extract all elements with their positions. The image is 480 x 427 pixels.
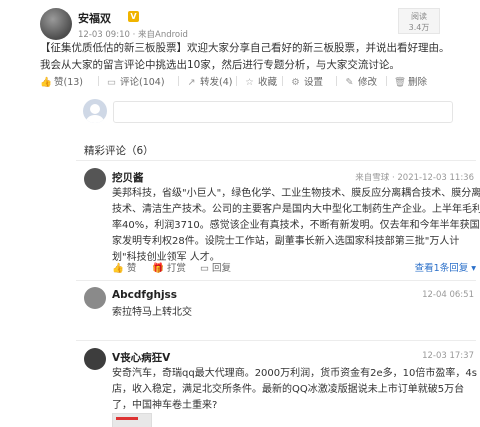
my-avatar <box>83 99 107 123</box>
pencil-icon: ✎ <box>345 77 354 88</box>
divider <box>178 76 179 86</box>
commenter-name[interactable]: 挖贝酱 <box>112 170 144 185</box>
thumbs-up-icon: 👍 <box>40 77 52 88</box>
comment-input[interactable] <box>113 101 453 123</box>
delete-label: 删除 <box>408 77 428 88</box>
post-body: 【征集优质低估的新三板股票】欢迎大家分享自己看好的新三板股票，并说出看好理由。我… <box>40 42 450 71</box>
comment-meta: 12-04 06:51 <box>422 290 474 300</box>
comment-meta: 12-03 17:37 <box>422 351 474 361</box>
comment-actions: 👍 赞 🎁 打赏 ▭ 回复 查看1条回复 ▾ <box>112 260 480 274</box>
comment-divider <box>76 340 476 341</box>
trash-icon: 🗑 <box>394 77 407 88</box>
post-header: 安福双 V 12-03 09:10 · 来自Android 阅读 3.4万 <box>40 8 440 42</box>
share-label: 转发(4) <box>200 77 233 88</box>
divider <box>236 76 237 86</box>
comment-image[interactable] <box>112 413 152 427</box>
comment-item: V丧心病狂V 12-03 17:37 安奇汽车，奇瑞qq最大代理商。2000万利… <box>76 348 480 427</box>
commenter-name[interactable]: Abcdfghjss <box>112 289 177 301</box>
author-name[interactable]: 安福双 <box>78 10 111 26</box>
like-label: 赞(13) <box>54 77 84 88</box>
comment-item: 挖贝酱 来自雪球 · 2021-12-03 11:36 美邦科技，省级"小巨人"… <box>76 168 480 276</box>
comment-body: 索拉特马上转北交 <box>112 307 192 318</box>
favorite-label: 收藏 <box>258 77 278 88</box>
comment-like-label: 赞 <box>126 263 137 274</box>
divider <box>282 76 283 86</box>
commenter-name[interactable]: V丧心病狂V <box>112 350 170 365</box>
commenter-avatar[interactable] <box>84 348 106 370</box>
comment-input-row <box>83 99 463 125</box>
comment-body: 安奇汽车，奇瑞qq最大代理商。2000万利润，货币资金有2e多，10倍市盈率，4… <box>112 368 477 411</box>
share-button[interactable]: ↗ 转发(4) <box>186 74 233 88</box>
delete-button[interactable]: 🗑 删除 <box>394 74 427 88</box>
comment-meta: 来自雪球 · 2021-12-03 11:36 <box>355 173 474 183</box>
edit-label: 修改 <box>358 77 378 88</box>
divider <box>386 76 387 86</box>
commenter-avatar[interactable] <box>84 287 106 309</box>
comment-like-button[interactable]: 👍 赞 <box>112 260 136 274</box>
commenter-avatar[interactable] <box>84 168 106 190</box>
post-meta: 12-03 09:10 · 来自Android <box>78 30 188 40</box>
edit-button[interactable]: ✎ 修改 <box>344 74 378 88</box>
thumbs-up-icon: 👍 <box>112 263 127 274</box>
featured-comments-title: 精彩评论（6） <box>84 145 154 157</box>
divider <box>336 76 337 86</box>
gear-icon: ⚙ <box>291 77 300 88</box>
comment-divider <box>76 280 476 281</box>
gift-icon: 🎁 <box>152 263 167 274</box>
comment-icon: ▭ <box>107 77 116 88</box>
section-divider <box>76 160 476 161</box>
star-icon: ☆ <box>245 77 254 88</box>
settings-button[interactable]: ⚙ 设置 <box>290 74 323 88</box>
reply-icon: ▭ <box>200 263 212 274</box>
like-button[interactable]: 👍 赞(13) <box>40 74 83 88</box>
share-icon: ↗ <box>187 77 196 88</box>
author-avatar[interactable] <box>40 8 72 40</box>
settings-label: 设置 <box>304 77 324 88</box>
view-replies-link[interactable]: 查看1条回复 ▾ <box>415 260 476 274</box>
comment-reply-label: 回复 <box>212 263 232 274</box>
comment-tip-label: 打赏 <box>166 263 186 274</box>
vip-badge-icon: V <box>128 11 139 22</box>
comment-item: Abcdfghjss 12-04 06:51 索拉特马上转北交 <box>76 287 480 327</box>
read-count: 3.4万 <box>408 23 430 32</box>
read-label: 阅读 <box>411 12 427 21</box>
comment-reply-button[interactable]: ▭ 回复 <box>200 260 231 274</box>
comment-body: 美邦科技，省级"小巨人"，绿色化学、工业生物技术、膜反应分离耦合技术、膜分离技术… <box>112 188 480 263</box>
comment-button[interactable]: ▭ 评论(104) <box>106 74 165 88</box>
comment-tip-button[interactable]: 🎁 打赏 <box>152 260 186 274</box>
divider <box>98 76 99 86</box>
comment-label: 评论(104) <box>120 77 165 88</box>
favorite-button[interactable]: ☆ 收藏 <box>244 74 277 88</box>
post-action-bar: 👍 赞(13) ▭ 评论(104) ↗ 转发(4) ☆ 收藏 ⚙ 设置 ✎ 修改 🗑 删除 <box>40 74 450 90</box>
read-count-box: 阅读 3.4万 <box>398 8 440 34</box>
